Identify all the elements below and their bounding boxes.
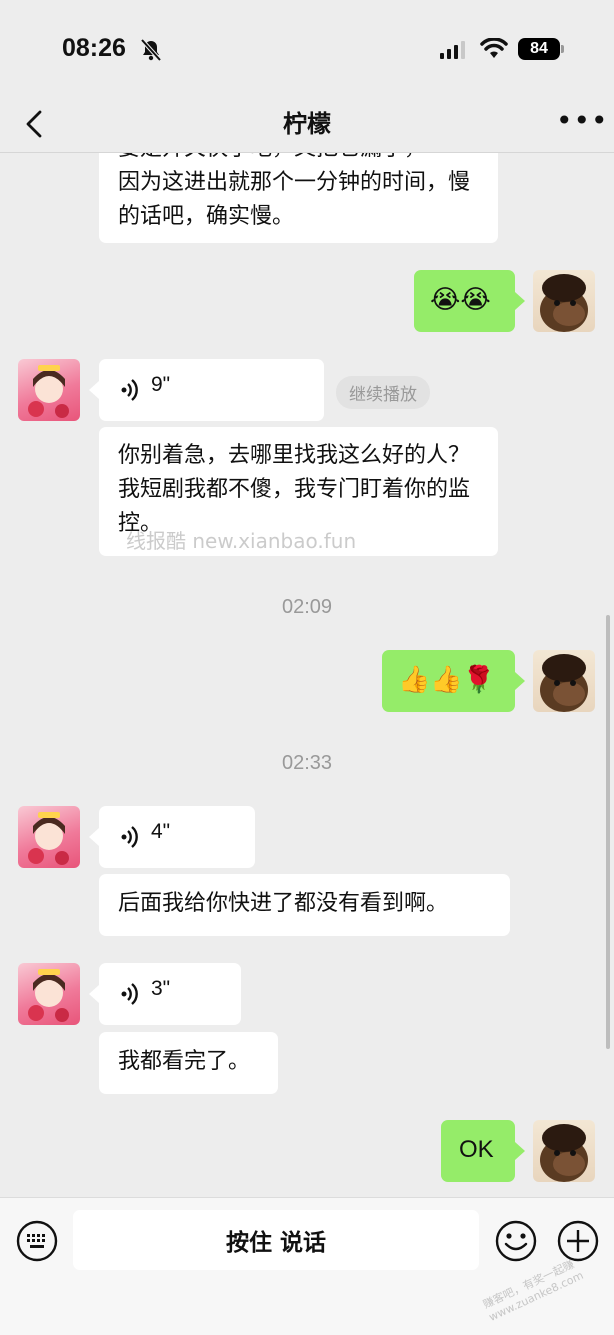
timestamp: 02:09 bbox=[281, 596, 333, 618]
message-text: 因为这进出就那个一分钟的时间，慢的话吧，确实慢。 bbox=[118, 170, 471, 229]
girl-avatar-image bbox=[28, 365, 69, 418]
message-bubble-incoming[interactable]: 要是开关快了吧，又把它漏了， 因为这进出就那个一分钟的时间，慢的话吧，确实慢。 bbox=[99, 153, 498, 243]
message-bubble-incoming[interactable]: 你别着急，去哪里找我这么好的人？我短剧我都不傻，我专门盯着你的监控。 bbox=[99, 427, 498, 556]
continue-play-button[interactable]: 继续播放 bbox=[336, 376, 430, 409]
message-bubble-incoming[interactable]: 后面我给你快进了都没有看到啊。 bbox=[99, 874, 510, 936]
bell-muted-icon bbox=[140, 38, 162, 62]
contact-avatar[interactable] bbox=[18, 359, 80, 421]
voice-message[interactable]: 4" bbox=[89, 806, 255, 868]
chat-scrollbar[interactable] bbox=[606, 615, 610, 1049]
message-emoji: 👍👍🌹 bbox=[398, 665, 496, 695]
message-text: 你别着急，去哪里找我这么好的人？我短剧我都不傻，我专门盯着你的监控。 bbox=[118, 443, 471, 536]
girl-avatar-image bbox=[28, 969, 69, 1022]
voice-wave-icon bbox=[121, 826, 138, 848]
voice-wave-icon bbox=[121, 983, 138, 1005]
voice-wave-icon bbox=[121, 379, 138, 401]
voice-message[interactable]: 3" bbox=[89, 963, 241, 1025]
message-emoji: 😭😭 bbox=[430, 285, 491, 315]
self-avatar[interactable] bbox=[533, 650, 595, 712]
message-bubble-outgoing[interactable]: OK bbox=[441, 1120, 525, 1182]
cellular-signal-icon bbox=[440, 41, 465, 59]
timestamp: 02:33 bbox=[281, 752, 333, 774]
message-bubble-incoming[interactable]: 我都看完了。 bbox=[99, 1032, 278, 1094]
message-text: 后面我给你快进了都没有看到啊。 bbox=[118, 891, 449, 916]
girl-avatar-image bbox=[28, 812, 69, 865]
voice-message[interactable]: 9" bbox=[89, 359, 324, 421]
message-text: 我都看完了。 bbox=[118, 1049, 251, 1074]
contact-avatar[interactable] bbox=[18, 963, 80, 1025]
message-bubble-outgoing[interactable]: 👍👍🌹 bbox=[382, 650, 525, 712]
more-options-icon[interactable]: ••• bbox=[556, 107, 609, 135]
ape-avatar-image bbox=[540, 1124, 588, 1182]
input-bar: 按住 说话 赚客吧，有奖一起赚 www.zuanke8.com bbox=[0, 1197, 614, 1335]
voice-duration: 9" bbox=[151, 373, 171, 396]
chat-title: 柠檬 bbox=[283, 110, 331, 138]
message-bubble-outgoing[interactable]: 😭😭 bbox=[414, 270, 525, 332]
hold-to-talk-button[interactable]: 按住 说话 bbox=[73, 1210, 479, 1270]
wifi-icon bbox=[480, 38, 508, 58]
status-bar: 08:26 84 bbox=[0, 0, 614, 96]
emoji-icon[interactable] bbox=[494, 1219, 538, 1263]
message-text: 要是开关快了吧，又把它漏了， bbox=[118, 153, 479, 166]
self-avatar[interactable] bbox=[533, 270, 595, 332]
voice-duration: 4" bbox=[151, 820, 171, 843]
chat-area[interactable]: 要是开关快了吧，又把它漏了， 因为这进出就那个一分钟的时间，慢的话吧，确实慢。 … bbox=[0, 153, 614, 1197]
ape-avatar-image bbox=[540, 274, 588, 332]
battery-indicator: 84 bbox=[518, 38, 560, 60]
battery-tip bbox=[561, 45, 564, 53]
ape-avatar-image bbox=[540, 654, 588, 712]
message-text: OK bbox=[459, 1136, 494, 1163]
keyboard-icon[interactable] bbox=[16, 1220, 58, 1262]
status-time: 08:26 bbox=[62, 34, 126, 62]
voice-duration: 3" bbox=[151, 977, 171, 1000]
self-avatar[interactable] bbox=[533, 1120, 595, 1182]
chat-header: 柠檬 ••• bbox=[0, 96, 614, 153]
contact-avatar[interactable] bbox=[18, 806, 80, 868]
